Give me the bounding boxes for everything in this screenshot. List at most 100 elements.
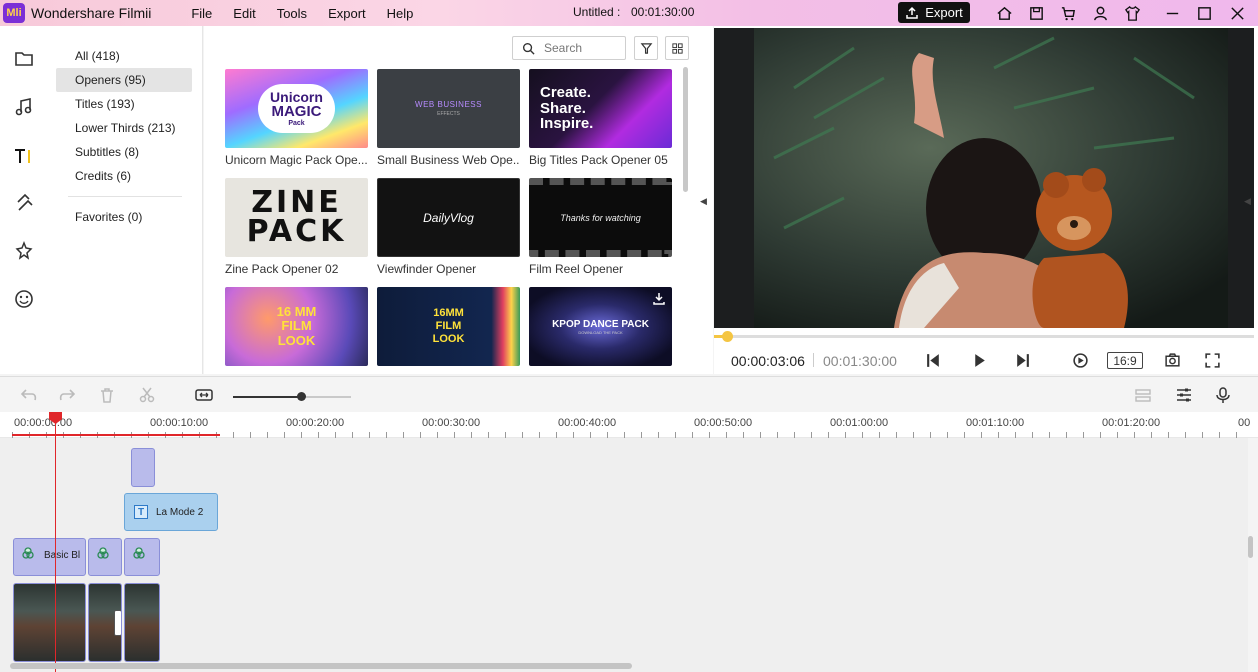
title-library: Search Unicorn MAGIC Pack Unicorn Magic … (204, 26, 713, 374)
play-icon[interactable] (968, 349, 990, 371)
music-icon[interactable] (12, 95, 36, 119)
thumbnail-small-business[interactable]: WEB BUSINESS EFFECTS Small Business Web … (377, 69, 520, 167)
export-button[interactable]: Export (898, 2, 970, 23)
menu-export[interactable]: Export (328, 6, 366, 21)
video-frame (714, 28, 1254, 328)
library-scrollbar[interactable] (683, 67, 688, 192)
previous-frame-icon[interactable] (922, 349, 944, 371)
project-title: Untitled : (573, 5, 621, 19)
project-duration: 00:01:30:00 (631, 5, 695, 19)
effect-clip[interactable] (88, 538, 122, 576)
transitions-icon[interactable] (12, 191, 36, 215)
thumbnail-16mm-film-look-2[interactable]: 16MM FILM LOOK (377, 287, 520, 371)
shirt-icon[interactable] (1122, 3, 1142, 23)
title-bar: Mli Wondershare Filmii File Edit Tools E… (0, 0, 1258, 26)
timeline-clip-small[interactable] (131, 448, 155, 487)
thumbnail-label: Viewfinder Opener (377, 262, 477, 276)
redo-icon[interactable] (57, 385, 77, 405)
collapse-right-icon[interactable]: ◀ (1244, 196, 1251, 207)
collapse-left-icon[interactable]: ◀ (700, 196, 707, 207)
aspect-ratio-button[interactable]: 16:9 (1107, 352, 1143, 369)
effects-icon[interactable] (12, 239, 36, 263)
download-icon[interactable] (652, 291, 666, 305)
playback-scrubber[interactable] (721, 331, 733, 342)
category-titles[interactable]: Titles (193) (56, 92, 192, 116)
video-clip[interactable] (13, 583, 86, 662)
playhead-line[interactable] (55, 420, 56, 672)
category-all[interactable]: All (418) (56, 44, 192, 68)
minimize-icon[interactable] (1162, 3, 1182, 23)
menu-edit[interactable]: Edit (233, 6, 255, 21)
thumbnail-unicorn-magic[interactable]: Unicorn MAGIC Pack Unicorn Magic Pack Op… (225, 69, 368, 167)
category-lower-thirds[interactable]: Lower Thirds (213) (56, 116, 192, 140)
total-time: 00:01:30:00 (823, 353, 897, 369)
time-separator (813, 353, 814, 367)
title-clip[interactable]: T La Mode 2 (124, 493, 218, 531)
zoom-knob[interactable] (297, 392, 307, 401)
effect-icon (133, 547, 145, 559)
category-subtitles[interactable]: Subtitles (8) (56, 140, 192, 164)
zoom-slider[interactable] (233, 392, 351, 401)
preview-panel: ◀ 00:00:03:06 00:01:30:00 16:9 (714, 26, 1258, 374)
thumbnail-16mm-film-look[interactable]: 16 MM FILM LOOK (225, 287, 368, 371)
ruler-label: 00:01:10:00 (966, 417, 1025, 429)
fit-timeline-icon[interactable] (194, 385, 214, 405)
effect-clip-label: Basic Bl (44, 550, 81, 561)
playback-progress-track[interactable] (714, 331, 1254, 342)
render-icon[interactable] (1069, 349, 1091, 371)
category-credits[interactable]: Credits (6) (56, 164, 192, 188)
category-favorites[interactable]: Favorites (0) (56, 205, 192, 229)
account-icon[interactable] (1090, 3, 1110, 23)
upload-icon (906, 6, 918, 19)
timeline-tracks[interactable]: T La Mode 2 Basic Bl (0, 438, 1248, 672)
category-openers[interactable]: Openers (95) (56, 68, 192, 92)
timeline-vertical-scrollbar[interactable] (1248, 536, 1253, 558)
menu-help[interactable]: Help (387, 6, 414, 21)
video-image (714, 28, 1254, 328)
next-frame-icon[interactable] (1011, 349, 1033, 371)
search-box[interactable]: Search (512, 36, 626, 60)
thumbnail-film-reel[interactable]: Thanks for watching Film Reel Opener (529, 178, 672, 276)
undo-icon[interactable] (19, 385, 39, 405)
effect-clip[interactable]: Basic Bl (13, 538, 86, 576)
save-icon[interactable] (1026, 3, 1046, 23)
fullscreen-icon[interactable] (1201, 349, 1223, 371)
timeline-toolbar (0, 376, 1258, 412)
maximize-icon[interactable] (1194, 3, 1214, 23)
titles-icon[interactable] (12, 144, 36, 168)
close-icon[interactable] (1227, 3, 1247, 23)
menu-file[interactable]: File (191, 6, 212, 21)
ruler-label: 00 (1238, 417, 1251, 429)
cart-icon[interactable] (1058, 3, 1078, 23)
video-clip[interactable] (124, 583, 160, 662)
audio-mixer-icon[interactable] (1174, 385, 1194, 405)
delete-icon[interactable] (97, 385, 117, 405)
stickers-icon[interactable] (12, 287, 36, 311)
app-logo: Mli (3, 3, 25, 23)
voiceover-icon[interactable] (1213, 385, 1233, 405)
effect-clip[interactable] (124, 538, 160, 576)
home-icon[interactable] (994, 3, 1014, 23)
thumbnail-viewfinder[interactable]: DailyVlog Viewfinder Opener (377, 178, 520, 276)
clip-trim-handle[interactable] (114, 610, 121, 636)
thumbnail-kpop-dance[interactable]: KPOP DANCE PACK DOWNLOAD THE PACK (529, 287, 672, 371)
export-label: Export (925, 5, 963, 20)
thumbnail-zine-pack[interactable]: ZINE PACK Zine Pack Opener 02 (225, 178, 368, 276)
title-type-icon: T (134, 505, 148, 519)
thumbnail-label: Film Reel Opener (529, 262, 624, 276)
thumbnail-big-titles[interactable]: Create. Share. Inspire. Big Titles Pack … (529, 69, 672, 167)
filter-icon[interactable] (634, 36, 658, 60)
ruler-label: 00:00:20:00 (286, 417, 345, 429)
thumbnail-label: Unicorn Magic Pack Ope... (225, 153, 368, 167)
snapshot-icon[interactable] (1161, 349, 1183, 371)
menu-tools[interactable]: Tools (277, 6, 307, 21)
cut-icon[interactable] (137, 385, 157, 405)
timeline-horizontal-scrollbar[interactable] (10, 663, 632, 669)
ruler-label: 00:00:40:00 (558, 417, 617, 429)
video-clip[interactable] (88, 583, 122, 662)
grid-view-icon[interactable] (665, 36, 689, 60)
ruler-label: 00:00:00:00 (14, 417, 73, 429)
search-input[interactable]: Search (544, 41, 582, 55)
add-track-icon[interactable] (1133, 385, 1153, 405)
folder-icon[interactable] (12, 47, 36, 71)
